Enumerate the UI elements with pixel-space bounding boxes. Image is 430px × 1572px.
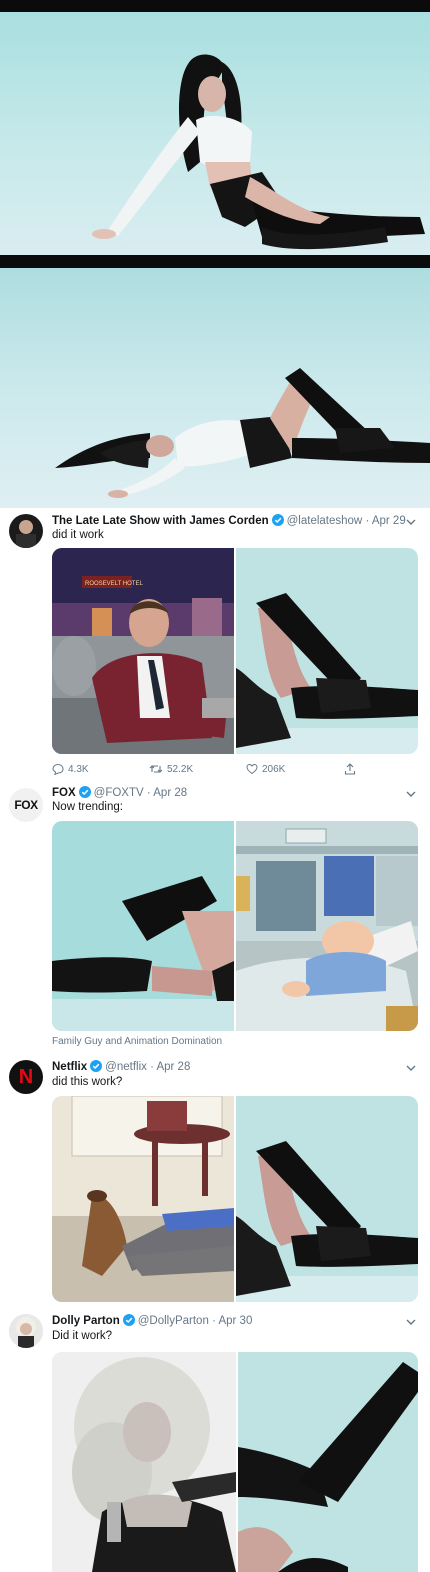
display-name[interactable]: Netflix: [52, 1061, 87, 1073]
handle[interactable]: @netflix: [105, 1061, 147, 1073]
handle[interactable]: @latelateshow: [287, 515, 363, 527]
tweet-header: The Late Late Show with James Corden @lat…: [52, 514, 406, 527]
verified-icon: [90, 1060, 103, 1072]
netflix-logo-text: N: [18, 1065, 34, 1088]
tweet-latelateshow[interactable]: The Late Late Show with James Corden @lat…: [0, 508, 430, 785]
verified-icon: [78, 786, 91, 798]
verified-icon: [122, 1314, 135, 1326]
tweet-header: FOX @FOXTV · Apr 28: [52, 786, 187, 799]
tweet-date[interactable]: · Apr 28: [147, 787, 187, 799]
tweet-text: Did it work?: [52, 1330, 113, 1342]
avatar-image: [9, 1314, 43, 1348]
dancer-legs-closeup: [238, 1352, 418, 1572]
chevron-down-icon[interactable]: [406, 1063, 416, 1073]
tweet-text: did this work?: [52, 1076, 123, 1088]
dollyparton-avatar[interactable]: [9, 1314, 43, 1348]
corden-couch-image: ROOSEVELT HOTEL: [52, 548, 234, 754]
media-left-bojack: [52, 1096, 234, 1302]
retweet-icon: [149, 765, 163, 773]
dolly-parton-photo: [52, 1352, 236, 1572]
netflix-avatar[interactable]: N: [9, 1060, 43, 1094]
fox-logo-text: FOX: [14, 798, 38, 812]
media-right-legs: [238, 1352, 418, 1572]
tweet-media[interactable]: [52, 821, 418, 1031]
dancer-legs-image: [236, 1141, 418, 1302]
retweet-count: 52.2K: [167, 763, 194, 775]
reply-count: 4.3K: [68, 763, 89, 775]
tweet-dollyparton[interactable]: Dolly Parton @DollyParton · Apr 30 Did it…: [0, 1310, 430, 1572]
fox-avatar[interactable]: FOX: [9, 788, 43, 822]
display-name[interactable]: The Late Late Show with James Corden: [52, 515, 269, 527]
media-caption[interactable]: Family Guy and Animation Domination: [52, 1036, 222, 1047]
tweet-fox[interactable]: FOX FOX @FOXTV · Apr 28 Now trending: Fa…: [0, 784, 430, 1054]
like-action[interactable]: 206K: [246, 763, 285, 775]
handle[interactable]: @FOXTV: [94, 787, 144, 799]
peter-griffin-bed-image: [236, 821, 418, 1031]
tweet-text: Now trending:: [52, 801, 123, 813]
handle[interactable]: @DollyParton: [138, 1315, 209, 1327]
media-right-legs: [236, 548, 418, 754]
dancer-legs-image: [52, 876, 234, 1031]
tweet-date[interactable]: · Apr 30: [212, 1315, 252, 1327]
tweet-actions: 4.3K 52.2K 206K: [52, 763, 418, 779]
tweet-date[interactable]: · Apr 28: [150, 1061, 190, 1073]
verified-icon: [271, 514, 284, 526]
roosevelt-sign: ROOSEVELT HOTEL: [85, 581, 143, 587]
avatar-image: [16, 520, 36, 548]
display-name[interactable]: FOX: [52, 787, 76, 799]
reply-action[interactable]: 4.3K: [52, 763, 89, 775]
tweet-date[interactable]: · Apr 29: [365, 515, 405, 527]
chevron-down-icon[interactable]: [406, 517, 416, 527]
tweet-media[interactable]: [52, 1096, 418, 1302]
media-left-dolly: [52, 1352, 236, 1572]
retweet-action[interactable]: 52.2K: [149, 763, 193, 775]
tweet-netflix[interactable]: N Netflix @netflix · Apr 28 did this work…: [0, 1056, 430, 1306]
dancer-sitting-figure: [92, 54, 425, 250]
heart-icon: [246, 763, 258, 775]
dancer-lying-figure: [55, 368, 430, 498]
share-icon: [344, 763, 356, 775]
dancer-photo-1: [0, 0, 430, 268]
tweet-media[interactable]: [52, 1352, 418, 1572]
tweet-header: Netflix @netflix · Apr 28: [52, 1060, 190, 1073]
media-right-legs: [236, 1096, 418, 1302]
chevron-down-icon[interactable]: [406, 789, 416, 799]
latelateshow-avatar[interactable]: [9, 514, 43, 548]
share-action[interactable]: [344, 763, 356, 775]
media-left-legs: [52, 821, 234, 1031]
dancer-photo-2: [0, 268, 430, 508]
reply-icon: [52, 763, 64, 775]
bojack-floor-image: [52, 1096, 234, 1302]
chevron-down-icon[interactable]: [406, 1317, 416, 1327]
tweet-header: Dolly Parton @DollyParton · Apr 30: [52, 1314, 252, 1327]
dancer-legs-image: [236, 593, 418, 754]
like-count: 206K: [262, 763, 286, 775]
media-left-corden: ROOSEVELT HOTEL: [52, 548, 234, 754]
media-right-peter: [236, 821, 418, 1031]
tweet-text: did it work: [52, 529, 104, 541]
display-name[interactable]: Dolly Parton: [52, 1315, 120, 1327]
tweet-media[interactable]: ROOSEVELT HOTEL: [52, 548, 418, 754]
